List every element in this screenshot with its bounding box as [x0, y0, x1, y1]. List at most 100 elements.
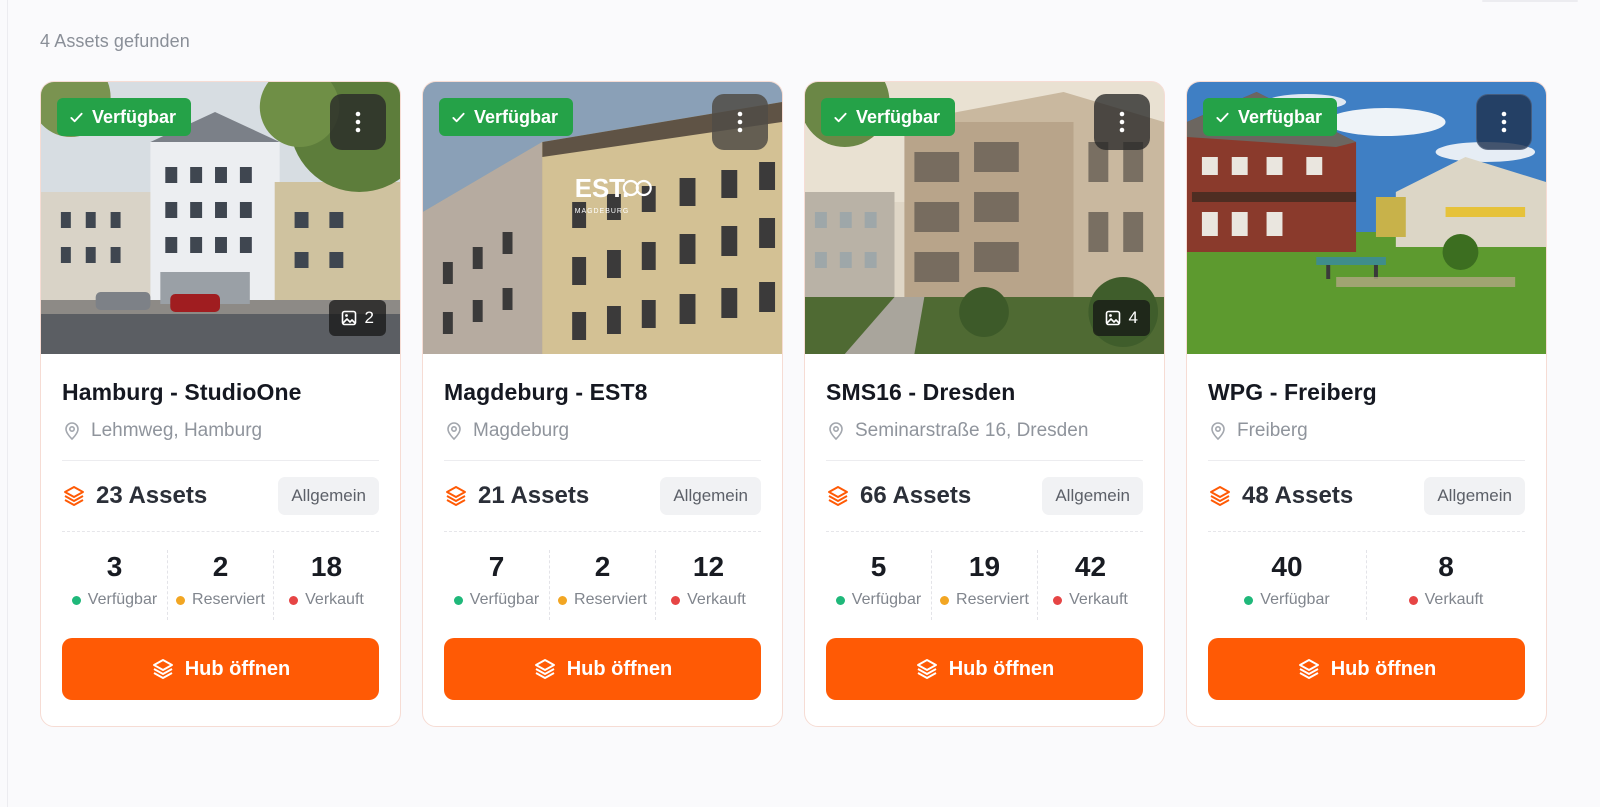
card-title[interactable]: WPG - Freiberg [1208, 379, 1525, 406]
image-count-badge[interactable]: 2 [328, 300, 386, 336]
category-tag: Allgemein [1424, 477, 1525, 515]
button-label: Hub öffnen [184, 657, 291, 680]
stat-sold: 8 Verkauft [1366, 550, 1525, 620]
status-dot-red [1053, 595, 1063, 605]
map-pin-icon [829, 422, 843, 441]
stat-label: Verkauft [687, 591, 746, 608]
image-icon [1105, 310, 1120, 326]
more-vertical-icon [355, 111, 361, 133]
unit-stats: 7 Verfügbar 2 Reserviert 12 Verkauft [444, 550, 761, 620]
unit-stats: 3 Verfügbar 2 Reserviert 18 Verkauft [62, 550, 379, 620]
layers-icon [446, 486, 466, 506]
asset-grid: Verfügbar 2 Hamburg - StudioOne Lehmweg,… [40, 81, 1547, 727]
asset-card[interactable]: Verfügbar 2 Hamburg - StudioOne Lehmweg,… [40, 81, 401, 727]
card-location: Lehmweg, Hamburg [62, 420, 379, 442]
stat-value: 42 [1074, 551, 1107, 582]
stat-available: 3 Verfügbar [62, 550, 167, 620]
stat-value: 8 [1438, 551, 1454, 582]
location-text: Freiberg [1237, 420, 1308, 441]
check-icon [834, 112, 847, 122]
button-label: Hub öffnen [566, 657, 673, 680]
stat-sold: 42 Verkauft [1037, 550, 1143, 620]
image-icon [341, 310, 356, 326]
status-dot-green [835, 595, 845, 605]
badge-label: Verfügbar [474, 106, 559, 127]
stat-available: 7 Verfügbar [444, 550, 549, 620]
map-pin-icon [1211, 422, 1225, 441]
stat-label: Verfügbar [87, 591, 158, 608]
more-options-button[interactable] [1094, 94, 1150, 150]
image-count-badge[interactable]: 4 [1092, 300, 1150, 336]
top-edge-element [1482, 0, 1578, 2]
card-image[interactable]: Verfügbar 2 [41, 82, 400, 354]
layers-icon [64, 486, 84, 506]
card-image[interactable]: EST. MAGDEBURG Verfügbar [423, 82, 782, 354]
stat-value: 19 [968, 551, 1001, 582]
stat-value: 12 [692, 551, 725, 582]
layers-icon [152, 659, 173, 679]
stat-value: 5 [870, 551, 887, 582]
card-title[interactable]: Magdeburg - EST8 [444, 379, 761, 406]
button-label: Hub öffnen [948, 657, 1055, 680]
button-label: Hub öffnen [1330, 657, 1437, 680]
availability-badge: Verfügbar [821, 98, 956, 136]
card-title[interactable]: SMS16 - Dresden [826, 379, 1143, 406]
layers-icon [1210, 486, 1230, 506]
availability-badge: Verfügbar [57, 98, 192, 136]
asset-card[interactable]: Verfügbar 4 SMS16 - Dresden Seminarstraß… [804, 81, 1165, 727]
card-location: Seminarstraße 16, Dresden [826, 420, 1143, 442]
assets-count: 66 Assets [860, 482, 972, 509]
map-pin-icon [65, 422, 79, 441]
badge-label: Verfügbar [92, 106, 177, 127]
open-hub-button[interactable]: Hub öffnen [444, 638, 761, 700]
more-options-button[interactable] [1476, 94, 1532, 150]
more-vertical-icon [1501, 111, 1507, 133]
stat-available: 40 Verfügbar [1208, 550, 1366, 620]
asset-card[interactable]: Verfügbar WPG - Freiberg Freiberg 48 Ass… [1186, 81, 1547, 727]
category-tag: Allgemein [278, 477, 379, 515]
check-icon [452, 112, 465, 122]
building-logo-sub: MAGDEBURG [575, 208, 630, 215]
card-title[interactable]: Hamburg - StudioOne [62, 379, 379, 406]
assets-count: 21 Assets [478, 482, 590, 509]
stat-label: Verfügbar [1260, 591, 1330, 608]
stat-value: 2 [212, 551, 229, 582]
open-hub-button[interactable]: Hub öffnen [826, 638, 1143, 700]
stat-label: Verfügbar [851, 591, 922, 608]
stat-value: 7 [488, 551, 505, 582]
stat-label: Verkauft [1424, 591, 1484, 608]
card-image[interactable]: Verfügbar 4 [805, 82, 1164, 354]
more-vertical-icon [1119, 111, 1125, 133]
stat-value: 2 [594, 551, 611, 582]
asset-card[interactable]: EST. MAGDEBURG Verfügbar Magdeburg - EST… [422, 81, 783, 727]
check-icon [1216, 112, 1229, 122]
building-logo: EST. [575, 175, 630, 203]
more-options-button[interactable] [712, 94, 768, 150]
more-options-button[interactable] [330, 94, 386, 150]
status-dot-red [1408, 595, 1418, 605]
open-hub-button[interactable]: Hub öffnen [62, 638, 379, 700]
layers-icon [916, 659, 937, 679]
unit-stats: 40 Verfügbar 8 Verkauft [1208, 550, 1525, 620]
assets-row: 66 Assets Allgemein [826, 461, 1143, 532]
location-text: Seminarstraße 16, Dresden [855, 420, 1089, 441]
stat-label: Verkauft [305, 591, 364, 608]
stat-available: 5 Verfügbar [826, 550, 931, 620]
assets-row: 21 Assets Allgemein [444, 461, 761, 532]
open-hub-button[interactable]: Hub öffnen [1208, 638, 1525, 700]
assets-row: 48 Assets Allgemein [1208, 461, 1525, 532]
layers-icon [1298, 659, 1319, 679]
stat-sold: 12 Verkauft [655, 550, 761, 620]
map-pin-icon [447, 422, 461, 441]
stat-value: 3 [106, 551, 123, 582]
card-image[interactable]: Verfügbar [1187, 82, 1546, 354]
stat-value: 40 [1271, 551, 1303, 582]
status-dot-red [671, 595, 681, 605]
stat-value: 18 [310, 551, 343, 582]
result-count: 4 Assets gefunden [40, 31, 190, 51]
status-dot-orange [558, 595, 568, 605]
assets-row: 23 Assets Allgemein [62, 461, 379, 532]
availability-badge: Verfügbar [1203, 98, 1338, 136]
stat-label: Verkauft [1069, 591, 1128, 608]
more-vertical-icon [737, 111, 743, 133]
